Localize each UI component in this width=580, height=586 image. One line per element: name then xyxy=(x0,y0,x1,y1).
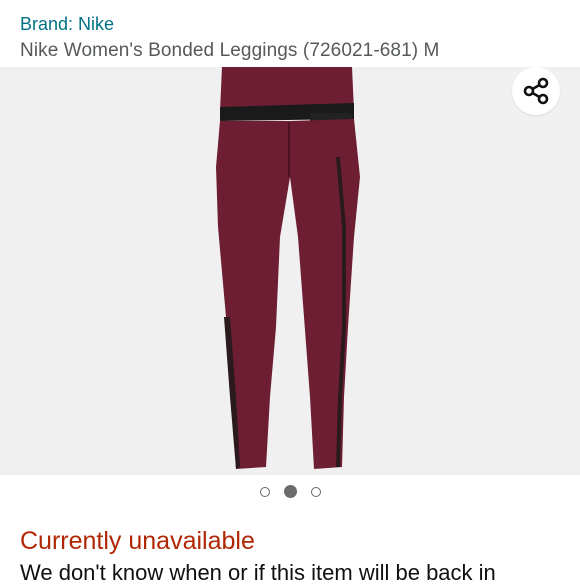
availability-status: Currently unavailable xyxy=(20,527,255,555)
carousel-dots xyxy=(0,485,580,499)
product-title: Nike Women's Bonded Leggings (726021-681… xyxy=(20,40,440,61)
left-leg xyxy=(216,121,290,469)
carousel-dot-active[interactable] xyxy=(283,485,297,498)
share-icon xyxy=(523,77,549,105)
share-button[interactable] xyxy=(512,67,560,115)
product-image-area[interactable] xyxy=(0,67,580,475)
product-image xyxy=(216,67,360,469)
carousel-dot[interactable] xyxy=(310,487,321,497)
brand-link[interactable]: Brand: Nike xyxy=(20,12,114,36)
right-leg xyxy=(290,119,360,469)
availability-note: We don't know when or if this item will … xyxy=(20,560,496,585)
carousel-dot[interactable] xyxy=(259,487,270,497)
